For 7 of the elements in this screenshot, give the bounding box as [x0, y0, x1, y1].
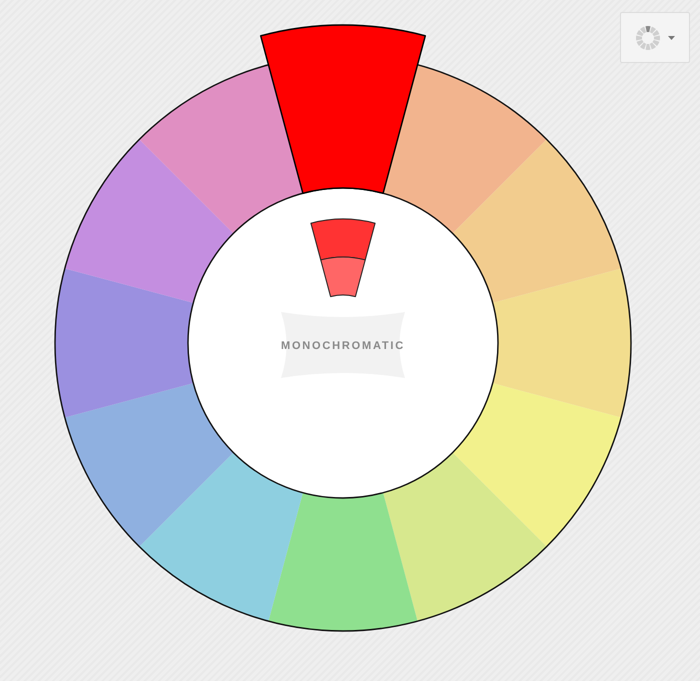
scheme-button[interactable]: MONOCHROMATIC	[280, 312, 406, 378]
segmented-ring-icon	[636, 26, 660, 50]
shade-swatch[interactable]	[320, 256, 366, 298]
shade-swatch[interactable]	[310, 218, 376, 260]
wheel-segment[interactable]	[260, 24, 426, 194]
caret-icon	[668, 36, 674, 40]
dropdown-button[interactable]	[620, 12, 690, 63]
